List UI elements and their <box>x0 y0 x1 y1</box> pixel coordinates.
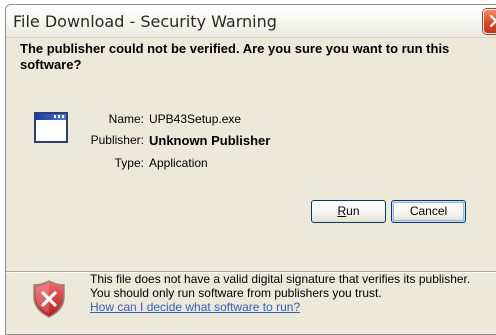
unsigned-warning-text: This file does not have a valid digital … <box>90 272 471 300</box>
name-value: UPB43Setup.exe <box>149 112 242 126</box>
close-icon <box>490 15 496 27</box>
title-bar[interactable]: File Download - Security Warning <box>6 5 496 38</box>
run-label-rest: un <box>346 204 360 218</box>
window-title: File Download - Security Warning <box>13 12 277 31</box>
cancel-button[interactable]: Cancel <box>391 200 466 223</box>
publisher-value: Unknown Publisher <box>149 133 271 148</box>
run-mnemonic: R <box>337 204 347 218</box>
dialog-content: The publisher could not be verified. Are… <box>6 38 496 334</box>
security-warning-dialog: File Download - Security Warning The pub… <box>5 4 496 335</box>
type-value: Application <box>149 156 208 170</box>
help-link[interactable]: How can I decide what software to run? <box>90 300 300 314</box>
close-button[interactable] <box>483 9 496 34</box>
name-label: Name: <box>108 112 144 126</box>
publisher-label: Publisher: <box>90 133 144 147</box>
question-text: The publisher could not be verified. Are… <box>20 41 450 72</box>
type-label: Type: <box>114 156 144 170</box>
security-shield-icon <box>33 280 65 318</box>
run-button[interactable]: Run <box>311 200 386 223</box>
